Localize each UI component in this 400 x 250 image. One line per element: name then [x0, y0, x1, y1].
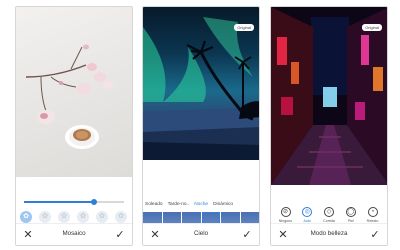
- check-icon[interactable]: ✓: [112, 227, 128, 243]
- panel-title: Modo belleza: [310, 230, 348, 237]
- slider-thumb[interactable]: [91, 199, 97, 205]
- effect-strength-slider[interactable]: [24, 199, 124, 205]
- neon-alley-illustration: [271, 7, 387, 185]
- panel-title: Cielo: [193, 230, 209, 237]
- effect-thumb[interactable]: ✿: [115, 211, 127, 223]
- panel-title: Mosaico: [62, 230, 86, 237]
- beauty-option-retrato[interactable]: ◔ Retrato: [364, 207, 381, 223]
- original-badge[interactable]: Original: [234, 24, 254, 31]
- tab-noche[interactable]: Noche: [194, 202, 208, 207]
- close-icon[interactable]: ✕: [147, 227, 163, 243]
- flowers-coffee-illustration: [25, 44, 113, 149]
- sky-mode-tabs: Soleado Tarde-no.. Noche Dinámico: [145, 202, 259, 207]
- effect-thumb[interactable]: ✿: [20, 211, 32, 223]
- tab-soleado[interactable]: Soleado: [145, 202, 163, 207]
- effect-thumb[interactable]: ✿: [58, 211, 70, 223]
- bottom-bar: ✕ Modo belleza ✓: [271, 223, 387, 245]
- diamond-icon: ◇: [324, 207, 334, 217]
- aurora-photo: Original: [143, 7, 259, 160]
- close-icon[interactable]: ✕: [275, 227, 291, 243]
- effect-thumb[interactable]: ✿: [77, 211, 89, 223]
- slider-fill: [24, 201, 94, 203]
- tab-tarde-noche[interactable]: Tarde-no..: [168, 202, 190, 207]
- effect-thumb[interactable]: ✿: [96, 211, 108, 223]
- beauty-option-piel[interactable]: ◯ Piel: [342, 207, 359, 223]
- skin-icon: ◯: [345, 207, 356, 217]
- bottom-bar: ✕ Cielo ✓: [143, 223, 259, 245]
- effects-row: ✿ ✿ ✿ ✿ ✿ ✿: [20, 211, 132, 223]
- phone-screen-beauty: Original ⊘ Ninguno ◎ Auto ◇ Corrida ◯ Pi…: [270, 6, 388, 246]
- check-icon[interactable]: ✓: [367, 227, 383, 243]
- auto-face-icon: ◎: [302, 207, 313, 217]
- original-badge[interactable]: Original: [362, 24, 382, 31]
- beauty-option-ninguno[interactable]: ⊘ Ninguno: [277, 207, 294, 223]
- beauty-mode-options: ⊘ Ninguno ◎ Auto ◇ Corrida ◯ Piel ◔ Retr…: [277, 207, 381, 223]
- effect-thumb[interactable]: ✿: [39, 211, 51, 223]
- tab-dinamico[interactable]: Dinámico: [213, 202, 233, 207]
- beauty-option-auto[interactable]: ◎ Auto: [299, 207, 316, 223]
- none-icon: ⊘: [280, 207, 291, 217]
- flowers-coffee-photo: [16, 7, 132, 177]
- beauty-option-corrida[interactable]: ◇ Corrida: [321, 207, 338, 223]
- check-icon[interactable]: ✓: [239, 227, 255, 243]
- phone-screen-sky: Original Soleado Tarde-no.. Noche Dinámi…: [142, 6, 260, 246]
- portrait-icon: ◔: [367, 207, 378, 217]
- close-icon[interactable]: ✕: [20, 227, 36, 243]
- alley-photo: Original: [271, 7, 387, 185]
- phone-screen-mosaic: ✿ ✿ ✿ ✿ ✿ ✿ ✕ Mosaico ✓: [15, 6, 133, 246]
- bottom-bar: ✕ Mosaico ✓: [16, 223, 132, 245]
